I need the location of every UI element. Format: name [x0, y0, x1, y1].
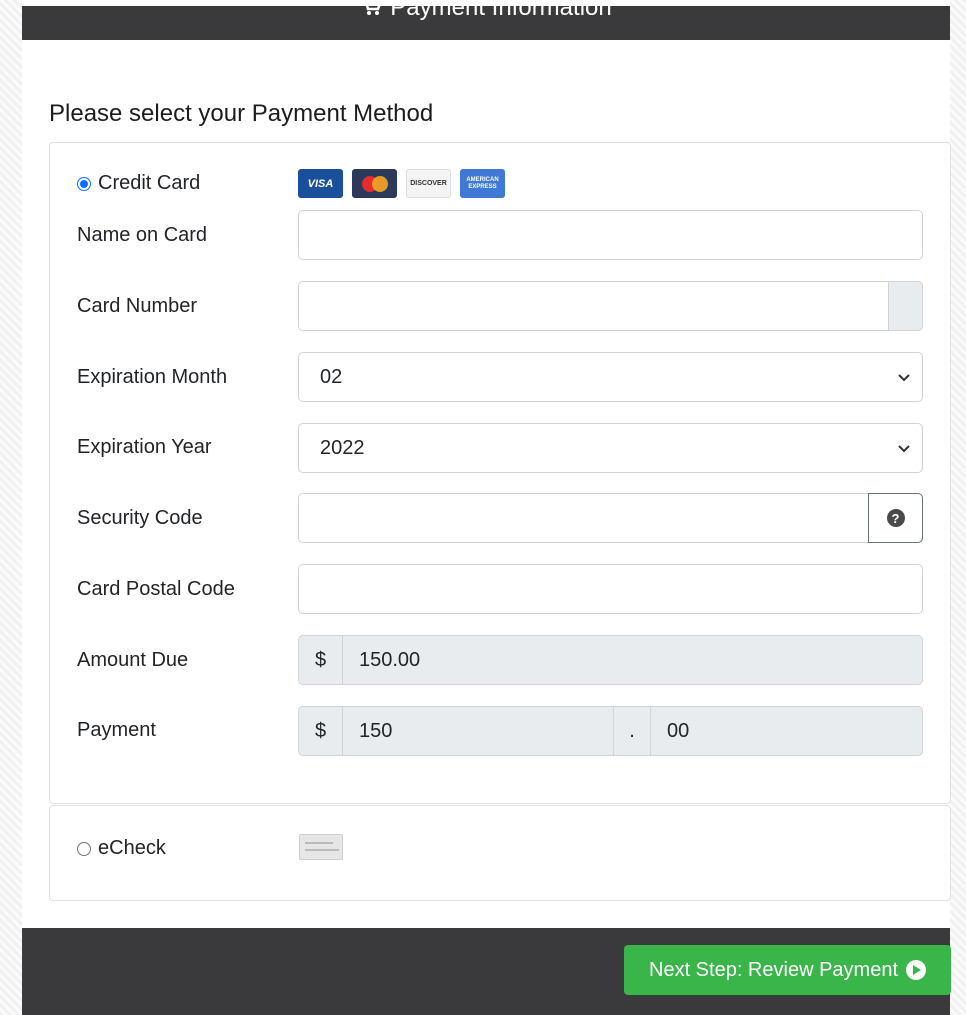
- play-circle-icon: [906, 960, 926, 980]
- payment-label: Payment: [77, 719, 156, 741]
- payment-currency: $: [298, 706, 343, 756]
- header-title-text: Payment Information: [390, 6, 612, 21]
- mastercard-logo: [352, 169, 397, 198]
- credit-card-option[interactable]: Credit Card: [77, 172, 200, 195]
- amount-due-currency: $: [298, 635, 343, 685]
- header-title: Payment Information: [22, 6, 950, 23]
- header-bar: Payment Information: [22, 6, 950, 40]
- chevron-down-icon: [898, 440, 910, 456]
- card-number-addon: [888, 281, 923, 331]
- exp-year-label: Expiration Year: [77, 436, 212, 458]
- check-icon: [299, 834, 343, 860]
- exp-year-select[interactable]: 2022: [298, 423, 923, 473]
- postal-code-label: Card Postal Code: [77, 578, 235, 600]
- question-circle-icon: ?: [886, 509, 905, 527]
- payment-dollars-input[interactable]: 150: [343, 706, 614, 756]
- credit-card-label: Credit Card: [98, 172, 201, 194]
- echeck-radio[interactable]: [77, 841, 91, 856]
- page-background-left: [0, 0, 22, 1015]
- exp-month-select[interactable]: 02: [298, 352, 923, 402]
- next-step-label: Next Step: Review Payment: [649, 958, 898, 981]
- amount-due-value: 150.00: [343, 635, 923, 685]
- card-number-input[interactable]: [298, 281, 923, 331]
- echeck-label: eCheck: [98, 837, 166, 859]
- card-number-label: Card Number: [77, 295, 198, 317]
- exp-month-value: 02: [320, 365, 343, 388]
- amount-due-group: $ 150.00: [298, 635, 923, 685]
- echeck-panel: [49, 805, 951, 901]
- postal-code-input[interactable]: [298, 564, 923, 614]
- discover-logo: DISCOVER: [406, 169, 451, 198]
- amex-logo: AMERICAN EXPRESS: [460, 169, 505, 198]
- exp-month-label: Expiration Month: [77, 366, 228, 388]
- payment-group: $ 150 . 00: [298, 706, 923, 756]
- security-code-label: Security Code: [77, 507, 203, 529]
- echeck-option[interactable]: eCheck: [77, 837, 166, 860]
- page-background-right: [950, 0, 966, 1015]
- security-code-help-button[interactable]: ?: [868, 493, 923, 543]
- amount-due-label: Amount Due: [77, 649, 189, 671]
- visa-logo: VISA: [298, 169, 343, 198]
- name-on-card-label: Name on Card: [77, 224, 208, 246]
- section-title: Please select your Payment Method: [49, 100, 434, 127]
- next-step-button[interactable]: Next Step: Review Payment: [624, 945, 951, 995]
- cart-icon: [360, 6, 382, 23]
- card-logos: VISA DISCOVER AMERICAN EXPRESS: [298, 169, 505, 198]
- exp-year-value: 2022: [320, 436, 365, 459]
- payment-cents-input[interactable]: 00: [651, 706, 923, 756]
- name-on-card-input[interactable]: [298, 210, 923, 260]
- chevron-down-icon: [898, 369, 910, 385]
- credit-card-radio[interactable]: [77, 176, 91, 191]
- payment-decimal-separator: .: [614, 706, 651, 756]
- security-code-input[interactable]: ?: [298, 493, 923, 543]
